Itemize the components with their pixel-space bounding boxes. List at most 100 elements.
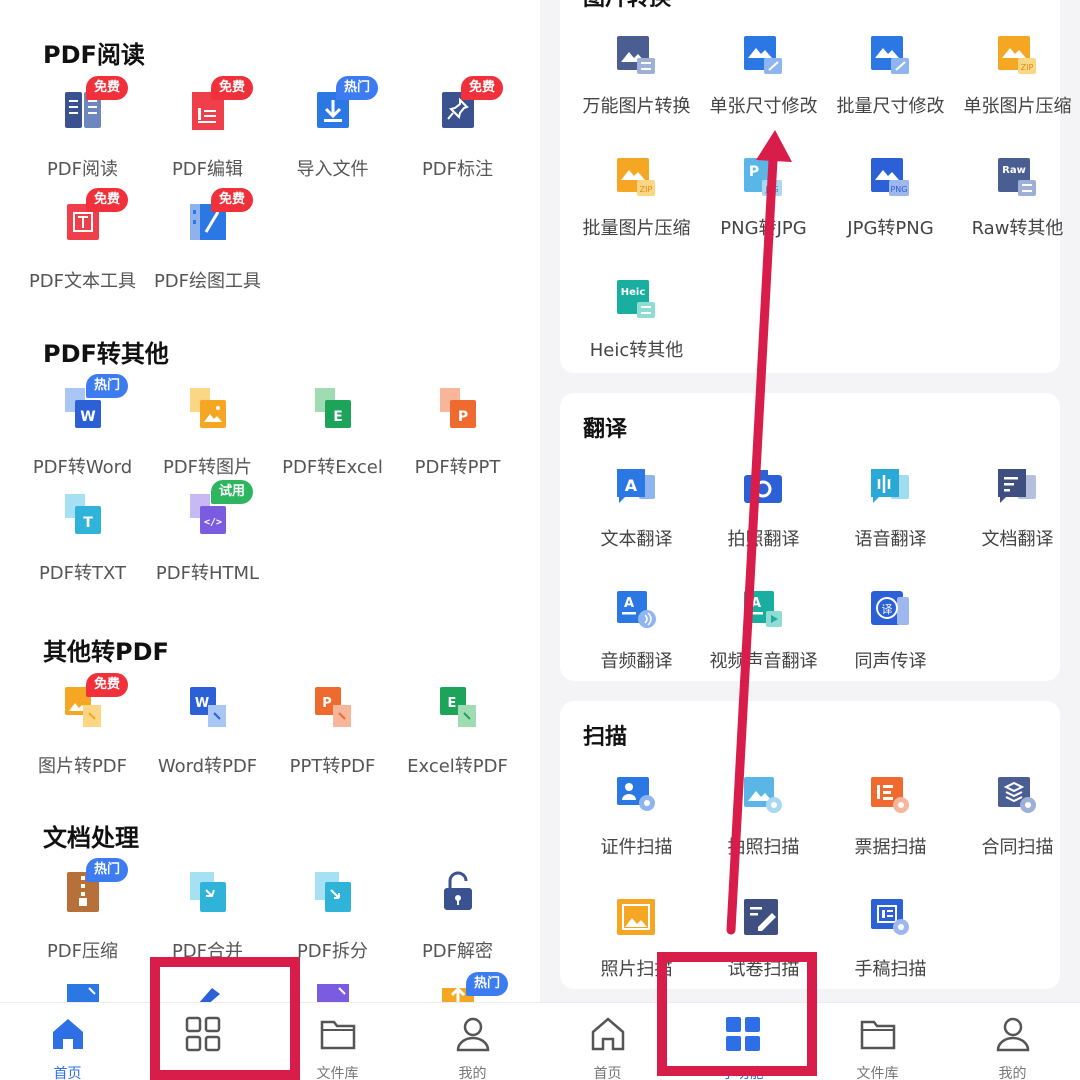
hot-badge: 热门 bbox=[466, 972, 509, 996]
tool-label: PPT转PDF bbox=[289, 756, 376, 777]
svg-text:</>: </> bbox=[204, 517, 222, 528]
tab-home[interactable]: 首页 bbox=[540, 1003, 675, 1080]
tool-pdf-compress[interactable]: 热门 PDF压缩 bbox=[20, 858, 145, 980]
tool-pdf-decrypt[interactable]: PDF解密 bbox=[395, 870, 520, 980]
tool-pdf-draw[interactable]: 免费 PDF绘图工具 bbox=[145, 188, 270, 310]
tool-voice-translate[interactable]: 语音翻译 bbox=[828, 465, 953, 575]
tool-import-file[interactable]: 热门 导入文件 bbox=[270, 76, 395, 198]
tool-doc-translate[interactable]: 文档翻译 bbox=[955, 465, 1080, 575]
tool-label: PDF转Excel bbox=[282, 457, 383, 478]
tool-receipt-scan[interactable]: 票据扫描 bbox=[828, 773, 953, 883]
audio-translate-icon: A bbox=[617, 591, 656, 628]
tool-label: 视频声音翻译 bbox=[709, 651, 818, 672]
tool-label: Raw转其他 bbox=[971, 218, 1064, 239]
batch-zip-icon: ZIP bbox=[617, 158, 655, 196]
png-jpg-icon: P JPG bbox=[744, 158, 782, 196]
svg-text:JPG: JPG bbox=[764, 185, 778, 194]
tool-contract-scan[interactable]: 合同扫描 bbox=[955, 773, 1080, 883]
svg-text:ZIP: ZIP bbox=[640, 185, 653, 194]
tool-image-compress[interactable]: ZIP 单张图片压缩 bbox=[955, 32, 1080, 142]
tab-file-library[interactable]: 文件库 bbox=[810, 1003, 945, 1080]
tool-simultaneous-translate[interactable]: 译 同声传译 bbox=[828, 587, 953, 697]
tool-pdf-to-excel[interactable]: E PDF转Excel bbox=[270, 386, 395, 496]
ppt-to-pdf-icon: P bbox=[315, 687, 351, 727]
tool-pdf-to-word[interactable]: W 热门 PDF转Word bbox=[20, 374, 145, 496]
excel-to-pdf-icon: E bbox=[440, 687, 476, 727]
tool-label: 票据扫描 bbox=[854, 837, 927, 858]
tool-label: PDF文本工具 bbox=[28, 271, 137, 292]
left-screen: PDF阅读 免费 PDF阅读 免费 PDF编辑 热门 导入文件 免费 PDF标注 bbox=[0, 0, 540, 1080]
tool-pdf-to-html[interactable]: </> 试用 PDF转HTML bbox=[145, 480, 270, 602]
tool-png-to-jpg[interactable]: P JPG PNG转JPG bbox=[701, 154, 826, 264]
tool-pdf-text[interactable]: 免费 PDF文本工具 bbox=[20, 188, 145, 310]
card-translate: 翻译 A 文本翻译 拍照翻译 语音翻译 文档翻译 A 音频翻译 A 视频声音翻译… bbox=[560, 393, 1060, 681]
tool-video-translate[interactable]: A 视频声音翻译 bbox=[701, 587, 826, 697]
user-icon bbox=[456, 1017, 490, 1052]
tool-pdf-read[interactable]: 免费 PDF阅读 bbox=[20, 76, 145, 198]
svg-text:P: P bbox=[749, 164, 759, 180]
svg-text:ZIP: ZIP bbox=[1021, 63, 1034, 72]
tool-image-convert[interactable]: 万能图片转换 bbox=[574, 32, 699, 142]
image-resize-icon bbox=[744, 36, 782, 74]
tool-label: 单张图片压缩 bbox=[963, 96, 1072, 117]
tool-label: 语音翻译 bbox=[854, 529, 927, 550]
tool-pdf-to-image[interactable]: PDF转图片 bbox=[145, 386, 270, 496]
tool-word-to-pdf[interactable]: W Word转PDF bbox=[145, 685, 270, 795]
tool-text-translate[interactable]: A 文本翻译 bbox=[574, 465, 699, 575]
tool-excel-to-pdf[interactable]: E Excel转PDF bbox=[395, 685, 520, 795]
free-badge: 免费 bbox=[211, 76, 254, 100]
tool-label: 合同扫描 bbox=[981, 837, 1054, 858]
voice-translate-icon bbox=[871, 469, 909, 503]
home-icon bbox=[591, 1017, 625, 1051]
tab-home[interactable]: 首页 bbox=[0, 1003, 135, 1080]
free-badge: 免费 bbox=[461, 76, 504, 100]
tool-label: Heic转其他 bbox=[589, 340, 684, 361]
tool-photo-scan[interactable]: 拍照扫描 bbox=[701, 773, 826, 883]
tool-pdf-annotate[interactable]: 免费 PDF标注 bbox=[395, 76, 520, 198]
tool-label: Excel转PDF bbox=[407, 756, 508, 777]
tool-label: Word转PDF bbox=[157, 756, 258, 777]
raw-icon: Raw bbox=[998, 158, 1036, 196]
right-screen: 图片转换 万能图片转换 单张尺寸修改 批量尺寸修改 bbox=[540, 0, 1080, 1080]
tool-ppt-to-pdf[interactable]: P PPT转PDF bbox=[270, 685, 395, 795]
tab-mine[interactable]: 我的 bbox=[405, 1003, 540, 1080]
svg-text:PNG: PNG bbox=[890, 185, 907, 194]
tool-jpg-to-png[interactable]: PNG JPG转PNG bbox=[828, 154, 953, 264]
tool-pdf-edit[interactable]: 免费 PDF编辑 bbox=[145, 76, 270, 198]
section-title-pdf-read: PDF阅读 bbox=[43, 41, 145, 69]
trial-badge: 试用 bbox=[211, 480, 254, 504]
tool-pdf-to-ppt[interactable]: P PDF转PPT bbox=[395, 386, 520, 496]
pdf-to-image-icon bbox=[190, 388, 226, 428]
simul-translate-icon: 译 bbox=[871, 591, 909, 625]
tool-heic-to-other[interactable]: Heic Heic转其他 bbox=[574, 276, 699, 386]
tool-label: PDF阅读 bbox=[46, 159, 119, 180]
svg-text:Raw: Raw bbox=[1002, 165, 1026, 176]
tab-mine[interactable]: 我的 bbox=[945, 1003, 1080, 1080]
tool-label: PDF转PPT bbox=[414, 457, 501, 478]
folder-icon bbox=[320, 1020, 356, 1050]
tool-label: 证件扫描 bbox=[600, 837, 673, 858]
tool-label: 音频翻译 bbox=[600, 651, 673, 672]
tool-label: 批量尺寸修改 bbox=[836, 96, 945, 117]
tool-label: 拍照翻译 bbox=[727, 529, 800, 550]
pdf-to-excel-icon: E bbox=[315, 388, 351, 428]
section-title-pdf-to-other: PDF转其他 bbox=[43, 340, 169, 368]
tool-batch-compress[interactable]: ZIP 批量图片压缩 bbox=[574, 154, 699, 264]
tool-audio-translate[interactable]: A 音频翻译 bbox=[574, 587, 699, 697]
tool-id-scan[interactable]: 证件扫描 bbox=[574, 773, 699, 883]
tool-label: 单张尺寸修改 bbox=[709, 96, 818, 117]
tool-image-resize[interactable]: 单张尺寸修改 bbox=[701, 32, 826, 142]
free-badge: 免费 bbox=[211, 188, 254, 212]
tool-batch-resize[interactable]: 批量尺寸修改 bbox=[828, 32, 953, 142]
tool-manuscript-scan[interactable]: 手稿扫描 bbox=[828, 895, 953, 1005]
exam-scan-icon bbox=[744, 899, 778, 935]
batch-resize-icon bbox=[871, 36, 909, 74]
tool-camera-translate[interactable]: 拍照翻译 bbox=[701, 465, 826, 575]
tool-image-to-pdf[interactable]: 免费 图片转PDF bbox=[20, 673, 145, 795]
merge-icon bbox=[190, 872, 226, 912]
id-scan-icon bbox=[617, 777, 655, 811]
tool-pdf-to-txt[interactable]: T PDF转TXT bbox=[20, 492, 145, 602]
free-badge: 免费 bbox=[86, 673, 129, 697]
svg-text:A: A bbox=[751, 596, 761, 611]
tool-raw-to-other[interactable]: Raw Raw转其他 bbox=[955, 154, 1080, 264]
